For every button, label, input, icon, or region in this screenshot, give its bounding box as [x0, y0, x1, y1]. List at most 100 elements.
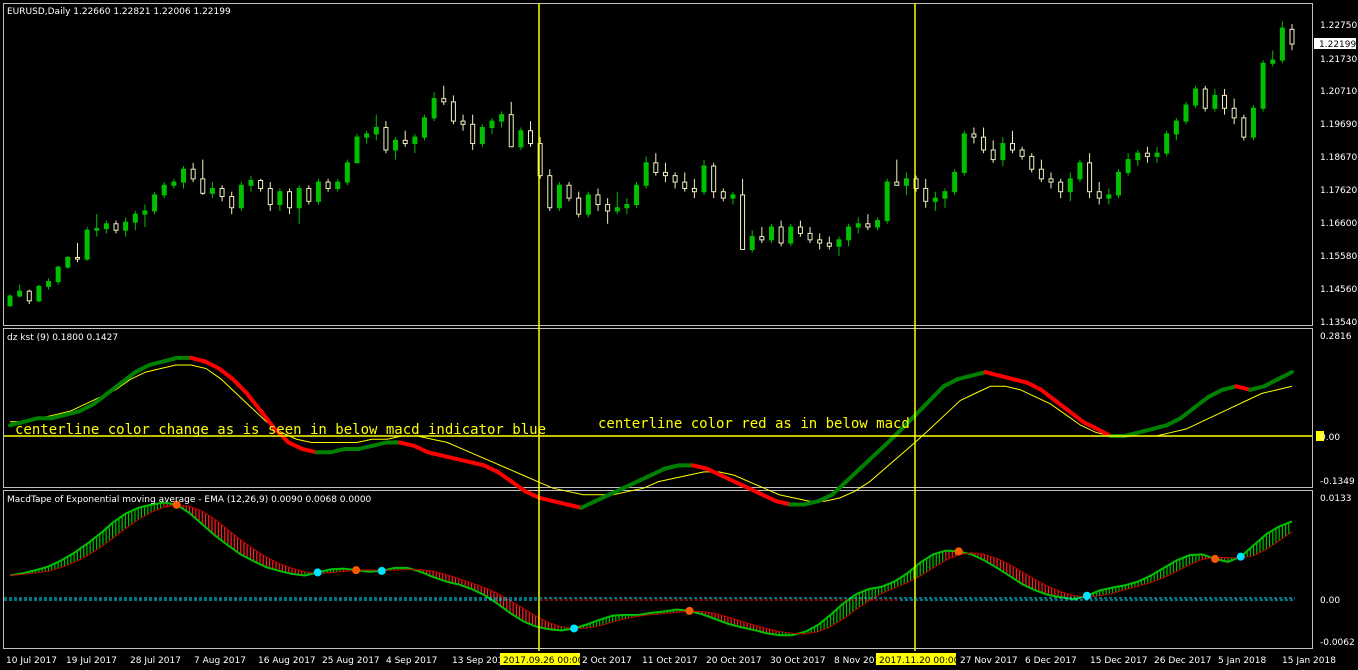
kst-line-segment — [147, 359, 166, 367]
candle-body — [344, 162, 350, 183]
candle-body — [441, 98, 447, 103]
candle-body — [875, 220, 881, 228]
candle-body — [393, 139, 399, 151]
kst-line-segment — [509, 479, 528, 494]
kst-line-segment — [941, 377, 960, 389]
candle-body — [1173, 120, 1179, 135]
candle-body — [653, 162, 659, 173]
time-label: 25 Aug 2017 — [322, 656, 380, 666]
candle-body — [152, 194, 158, 212]
candle-body — [470, 123, 476, 145]
candle-body — [1048, 178, 1054, 183]
candle-body — [894, 181, 900, 186]
candle-body — [315, 181, 321, 202]
kst-line-segment — [1234, 384, 1253, 392]
candle-body — [759, 236, 765, 241]
candle-body — [335, 181, 341, 189]
kst-line-segment — [969, 370, 988, 378]
macd-turn-up-dot — [570, 624, 579, 633]
candle-body — [229, 196, 235, 209]
candle-body — [460, 120, 466, 125]
kst-line-segment — [1206, 387, 1225, 399]
candle-body — [768, 226, 774, 241]
candle-body — [730, 194, 736, 199]
macd-turn-up-dot — [1082, 591, 1091, 600]
candle-body — [740, 194, 746, 250]
candle-body — [287, 191, 293, 209]
candle-body — [691, 187, 697, 193]
candle-body — [1077, 162, 1083, 180]
candle-body — [961, 133, 967, 173]
kst-line-segment — [467, 460, 486, 468]
candle-body — [1164, 133, 1170, 154]
candle-body — [113, 223, 119, 231]
candle-body — [1038, 168, 1044, 180]
kst-tick: 0.2816 — [1320, 332, 1352, 342]
candle-body — [817, 239, 823, 244]
kst-line-segment — [1025, 380, 1044, 392]
price-tick: 1.14560 — [1320, 285, 1357, 295]
kst-annotation-right: centerline color red as in below macd — [598, 416, 910, 432]
macd-turn-down-dot — [685, 606, 694, 615]
candle-body — [479, 127, 485, 145]
candle-body — [836, 239, 842, 247]
kst-line-segment — [1164, 416, 1183, 428]
candle-body — [1154, 152, 1160, 157]
kst-line-segment — [189, 355, 208, 364]
candle-body — [682, 181, 688, 189]
kst-line-segment — [1262, 377, 1281, 389]
candle-body — [566, 184, 572, 199]
candle-body — [354, 136, 360, 164]
kst-line-segment — [439, 453, 458, 461]
kst-line-segment — [1192, 394, 1211, 410]
time-label: 2 Oct 2017 — [582, 656, 632, 666]
candle-body — [508, 114, 514, 148]
time-label: 16 Aug 2017 — [258, 656, 316, 666]
kst-line-segment — [635, 473, 653, 484]
candle-body — [7, 295, 13, 307]
macd-panel[interactable] — [3, 490, 1313, 649]
candle-body — [1144, 152, 1150, 157]
candle-body — [1106, 194, 1112, 199]
candle-body — [248, 179, 254, 186]
kst-line-segment — [1011, 377, 1030, 385]
candle-body — [450, 101, 456, 122]
macd-turn-down-dot — [954, 547, 963, 556]
kst-line-segment — [286, 440, 305, 452]
kst-line-segment — [481, 463, 500, 474]
candle-body — [595, 194, 601, 206]
kst-line-segment — [398, 440, 417, 448]
kst-line-segment — [370, 440, 389, 448]
candle-body — [749, 236, 755, 250]
candle-body — [807, 232, 813, 241]
candle-body — [1202, 88, 1208, 109]
candle-body — [123, 221, 129, 231]
macd-turn-down-dot — [1211, 554, 1220, 563]
candle-body — [36, 285, 42, 302]
candle-body — [1000, 143, 1006, 161]
macd-y-axis: 0.0133 0.00 -0.0062 — [1320, 494, 1355, 648]
time-axis: 10 Jul 2017 19 Jul 2017 28 Jul 2017 7 Au… — [6, 653, 1336, 666]
candle-body — [923, 187, 929, 202]
kst-line-segment — [579, 499, 598, 510]
price-tick: 1.19690 — [1320, 120, 1357, 130]
time-label: 5 Jan 2018 — [1218, 656, 1266, 666]
candle-body — [238, 184, 244, 209]
macd-turn-up-dot — [1236, 552, 1245, 561]
time-marker-label-2: 2017.11.20 00:00 — [879, 656, 960, 666]
trading-chart[interactable]: EURUSD,Daily 1.22660 1.22821 1.22006 1.2… — [0, 0, 1358, 670]
candle-body — [1222, 94, 1228, 109]
time-label: 6 Dec 2017 — [1025, 656, 1077, 666]
kst-line-segment — [858, 453, 876, 471]
candle-body — [84, 229, 90, 260]
kst-panel[interactable] — [3, 328, 1313, 488]
time-label: 19 Jul 2017 — [66, 656, 117, 666]
kst-line-segment — [649, 466, 667, 478]
kst-line-segment — [997, 373, 1016, 382]
candle-body — [26, 290, 32, 302]
candle-body — [306, 187, 312, 202]
kst-line-segment — [871, 440, 890, 458]
time-label: 11 Oct 2017 — [642, 656, 698, 666]
candle-body — [826, 242, 832, 247]
candle-body — [855, 223, 861, 228]
